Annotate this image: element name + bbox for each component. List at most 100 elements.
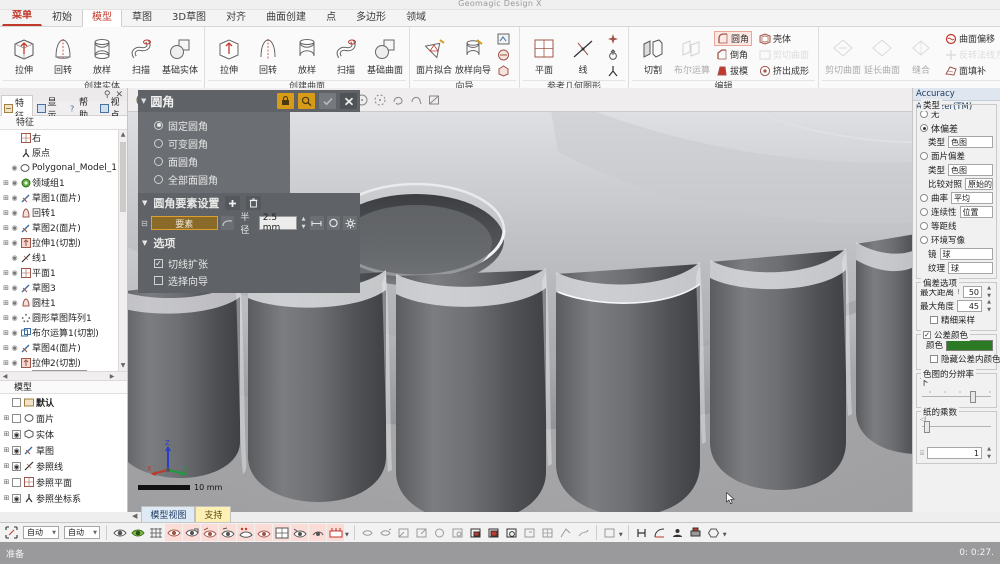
visibility-dot-icon[interactable]: ◉ [10, 284, 19, 292]
hex-icon[interactable] [705, 524, 722, 541]
feature-tree-item[interactable]: ◉ 线1 [0, 250, 117, 265]
body-type-combo[interactable]: 色图 [948, 136, 993, 148]
button-sweep-solid[interactable]: 扫描 [122, 34, 160, 76]
model-tree-item[interactable]: ⊞ ◉ 参照线 [0, 458, 127, 474]
model-tree-item[interactable]: ⊞ ◉ 草图 [0, 442, 127, 458]
button-stitch[interactable]: 缝合 [902, 34, 940, 76]
visibility-dot-icon[interactable]: ◉ [10, 194, 19, 202]
fillet-type-group[interactable]: 固定圆角 可变圆角 面圆角 全部面圆角 [138, 112, 290, 193]
plus-icon[interactable] [225, 196, 241, 210]
lock-icon[interactable] [277, 93, 294, 109]
checkbox-hide-inner-color[interactable]: 隐藏公差内颜色 [920, 352, 1000, 366]
visibility-checkbox[interactable]: ◉ [11, 461, 22, 471]
measure-distance-icon[interactable] [309, 216, 324, 230]
accuracy-analyzer-panel[interactable]: Accuracy Analyzer(TM) 类型 无 体偏差 类型 色图 面片偏… [912, 88, 1000, 512]
feature-tree-item[interactable]: ⊞ ◉ 草图4(面片) [0, 340, 117, 355]
button-view-7[interactable] [467, 524, 484, 541]
button-curve-visibility[interactable] [255, 524, 272, 541]
max-angle-stepper[interactable]: ▲ ▼ [985, 299, 993, 313]
button-view-9[interactable] [503, 524, 520, 541]
button-loft-wizard[interactable]: 放样向导 [454, 34, 492, 76]
resolution-slider[interactable] [920, 390, 993, 404]
button-region-wizard[interactable] [495, 47, 512, 62]
button-line[interactable]: 线 [564, 34, 602, 76]
feature-tree-item[interactable]: ⊞ ◉ 平面1 [0, 265, 117, 280]
ribbon-tab-point[interactable]: 点 [316, 9, 346, 26]
row-max-angle[interactable]: 最大角度 45 ▲ ▼ [920, 299, 993, 313]
ribbon-tab-polygon[interactable]: 多边形 [346, 9, 396, 26]
mirror-combo[interactable]: 球 [939, 248, 993, 260]
curvature-combo[interactable]: 平均 [951, 192, 993, 204]
button-view-15[interactable] [633, 524, 650, 541]
expand-icon[interactable]: ⊞ [2, 224, 10, 232]
button-fill-face[interactable]: 面填补 [943, 63, 1000, 78]
radio-fixed-fillet[interactable]: 固定圆角 [138, 116, 290, 134]
radio-curvature[interactable]: 曲率 平均 [920, 191, 993, 205]
feature-tree-item[interactable]: ⊞ ◉ 拉伸1(切割) [0, 235, 117, 250]
chevron-down-icon[interactable]: ▼ [52, 530, 56, 536]
button-view-2[interactable] [377, 524, 394, 541]
slider-knob[interactable] [924, 421, 930, 433]
button-eye-green[interactable] [129, 524, 146, 541]
ribbon-tab-align[interactable]: 对齐 [216, 9, 256, 26]
visibility-dot-icon[interactable]: ◉ [10, 179, 19, 187]
reset-icon[interactable] [326, 216, 341, 230]
button-paint-select[interactable] [407, 91, 424, 108]
button-lasso-select[interactable] [389, 91, 406, 108]
viewport-3d[interactable]: ▼ ▼ ▼ ▼ [128, 88, 912, 512]
expand-icon[interactable]: ⊞ [2, 414, 11, 422]
button-plane[interactable]: 平面 [525, 34, 563, 76]
feature-tree-item[interactable]: ⊞ ◉ 草图3 [0, 280, 117, 295]
button-fit-view[interactable] [3, 524, 20, 541]
button-view-1[interactable] [359, 524, 376, 541]
dialog-title-bar[interactable]: ▼ 圆角 [138, 90, 360, 112]
row-multiplier-value[interactable]: ⌸ 1 ▲ ▼ [920, 446, 993, 460]
chevron-down-icon[interactable]: ▼ [723, 532, 727, 538]
model-tree-item[interactable]: 默认 [0, 394, 127, 410]
feature-tree-item[interactable]: 原点 [0, 145, 117, 160]
button-extend-surf[interactable]: 延长曲面 [863, 34, 901, 76]
button-point-visibility[interactable] [237, 524, 254, 541]
button-auto-surface[interactable] [495, 31, 512, 46]
checkbox-tangent-extend[interactable]: ✓ 切线扩张 [138, 255, 360, 272]
button-sketch-visibility[interactable] [201, 524, 218, 541]
scroll-right-arrow[interactable]: ▶ [107, 372, 117, 381]
max-distance-stepper[interactable]: ▲ ▼ [985, 285, 993, 299]
expand-icon[interactable]: ⊞ [2, 284, 10, 292]
button-view-4[interactable] [413, 524, 430, 541]
button-mesh-visibility[interactable] [165, 524, 182, 541]
scroll-down-arrow[interactable]: ▼ [119, 361, 127, 371]
button-loft-solid[interactable]: 放样 [83, 34, 121, 76]
bottom-toolbar[interactable]: 自动 ▼ 自动 ▼ ▼ ▼ ▼ [0, 522, 1000, 542]
button-base-surface[interactable]: 基础曲面 [366, 34, 404, 76]
button-fillet[interactable]: 圆角 [714, 31, 753, 46]
button-eye-all[interactable] [111, 524, 128, 541]
radius-stepper[interactable]: ▲ ▼ [300, 216, 307, 230]
collapse-triangle-icon[interactable]: ▼ [142, 239, 147, 247]
radius-input[interactable]: 2.5 mm [258, 213, 298, 233]
button-trim-surface[interactable]: 剪切曲面 [757, 47, 811, 62]
expand-icon[interactable]: ⊞ [2, 329, 10, 337]
multiplier-slider[interactable]: ◁| [920, 416, 993, 434]
radio-continuity[interactable]: 连续性 位置 [920, 205, 993, 219]
radio-mesh-deviation[interactable]: 面片偏差 [920, 149, 993, 163]
ribbon-tab-region[interactable]: 领域 [396, 9, 436, 26]
auto-combo-1[interactable]: 自动 ▼ [23, 526, 59, 539]
model-tree[interactable]: 默认 ⊞ 面片 ⊞ ◉ 实体 ⊞ ◉ 草图 ⊞ ◉ 参照线 ⊞ 参照平面 ⊞ ◉ 参照坐标系 [0, 394, 127, 512]
visibility-dot-icon[interactable]: ◉ [10, 239, 19, 247]
scroll-thumb[interactable] [120, 142, 126, 212]
expand-icon[interactable]: ⊞ [2, 494, 11, 502]
radio-body-deviation[interactable]: 体偏差 [920, 121, 993, 135]
feature-tree-hscroll[interactable]: ◀ ▶ [0, 371, 127, 380]
button-view-14[interactable] [601, 524, 618, 541]
expand-icon[interactable]: ⊞ [2, 344, 10, 352]
button-printer[interactable] [687, 524, 704, 541]
button-view-10[interactable] [521, 524, 538, 541]
visibility-dot-icon[interactable]: ◉ [10, 314, 19, 322]
button-box-visibility[interactable] [327, 524, 344, 541]
visibility-dot-icon[interactable]: ◉ [10, 359, 19, 367]
expand-icon[interactable]: ⊞ [2, 209, 10, 217]
row-mesh-type[interactable]: 类型 色图 [920, 163, 993, 177]
button-vector[interactable] [605, 47, 621, 62]
button-view-12[interactable] [557, 524, 574, 541]
